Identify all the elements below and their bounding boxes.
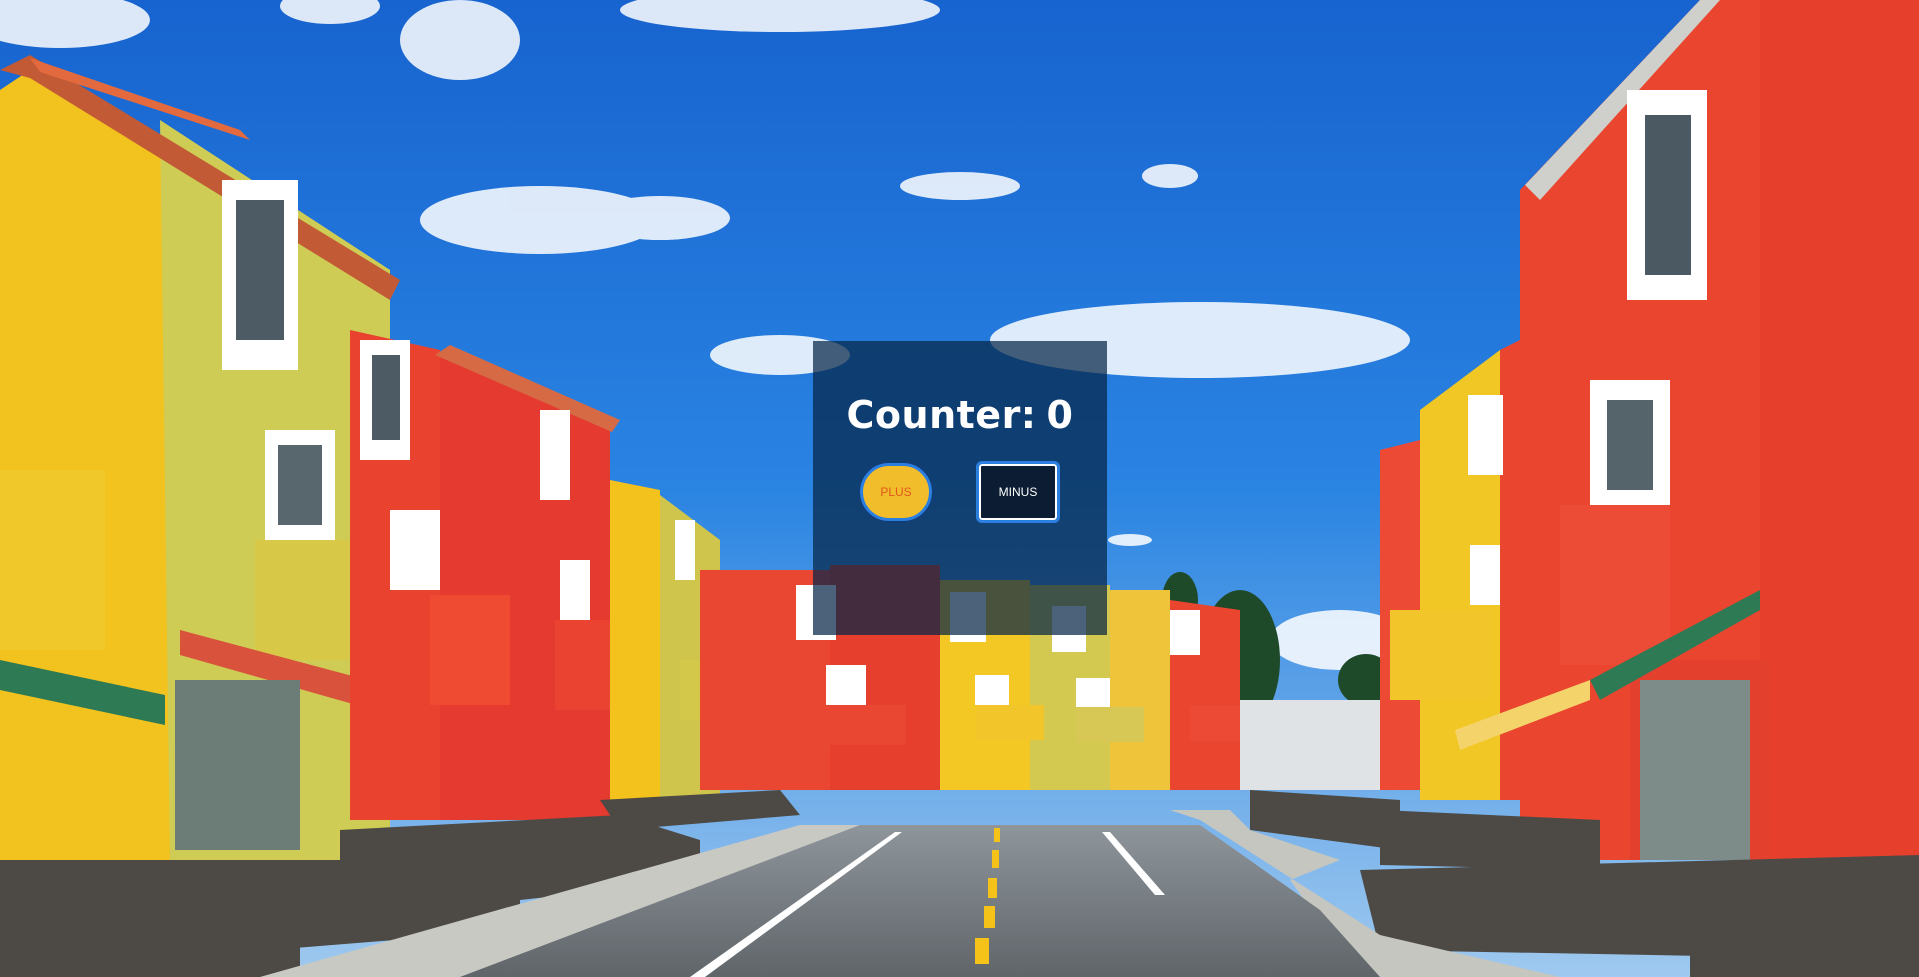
counter-value: 0 <box>1046 393 1074 437</box>
counter-panel: Counter: 0 PLUS MINUS <box>813 341 1107 635</box>
counter-heading: Counter: 0 <box>847 393 1074 437</box>
minus-button[interactable]: MINUS <box>976 461 1060 523</box>
counter-label: Counter: <box>846 393 1037 437</box>
plus-button[interactable]: PLUS <box>860 463 932 521</box>
button-row: PLUS MINUS <box>860 461 1060 523</box>
